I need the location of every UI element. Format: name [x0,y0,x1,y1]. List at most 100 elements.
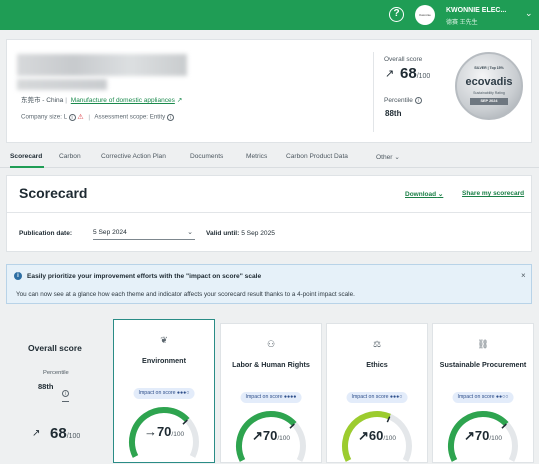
leaf-icon: ❦ [160,335,168,345]
download-label: Download [405,191,437,198]
impact-on-score-badge: Impact on score ●●○○ [452,392,514,403]
chain-icon: ⛓ [477,339,489,349]
impact-dots: ●●●○ [389,394,403,400]
external-link-icon[interactable]: ↗ [177,97,182,104]
company-location: 东莞市 - China [21,97,64,104]
company-summary-card: 东莞市 - China | Manufacture of domestic app… [6,39,532,143]
page-title: Scorecard [19,185,88,201]
theme-score: →70/100 [114,424,214,439]
theme-card-sustainable-procurement[interactable]: ⛓ Sustainable Procurement Impact on scor… [432,323,534,463]
theme-card-environment[interactable]: ❦ Environment Impact on score ●●●○ →70/1… [113,319,215,463]
theme-score-max: /100 [489,435,503,442]
medal-level: SILVER | Top 15% [474,66,504,70]
divider [7,212,531,213]
info-icon[interactable]: i [68,113,76,121]
percentile-value: 88th [38,382,54,391]
theme-score-max: /100 [171,431,185,438]
divider [373,52,374,132]
theme-score: ↗60/100 [327,428,427,444]
overall-score-max: /100 [416,73,431,80]
tab-scorecard[interactable]: Scorecard [10,153,42,160]
people-icon: ⚇ [266,339,276,349]
divider [62,401,69,402]
impact-on-score-badge: Impact on score ●●●○ [346,392,408,403]
redacted-company-name [17,54,187,76]
info-icon: i [14,272,22,280]
impact-info-banner: i Easily prioritize your improvement eff… [6,264,532,304]
chevron-down-icon: ⌄ [437,191,444,198]
scorecard-header-card: Scorecard Download ⌄ Share my scorecard … [6,175,532,252]
tab-bar: Scorecard Carbon Corrective Action Plan … [0,148,539,168]
trend-arrow-icon: ↗ [251,428,263,443]
medal-brand: ecovadis [465,76,513,88]
theme-score-number: 70 [262,428,278,443]
tab-carbon[interactable]: Carbon [59,153,81,160]
overall-score-title: Overall score [28,343,82,353]
company-location-row: 东莞市 - China | Manufacture of domestic app… [21,97,183,104]
impact-on-score-badge: Impact on score ●●●● [240,392,302,403]
impact-dots: ●●●● [283,394,297,400]
impact-dots: ●●●○ [176,390,190,396]
overall-score-value: 68/100 [400,65,430,82]
impact-label: Impact on score [351,394,389,400]
theme-card-labor-human-rights[interactable]: ⚇ Labor & Human Rights Impact on score ●… [220,323,322,463]
assessment-scope: Assessment scope: Entity [94,113,166,121]
theme-name: Environment [142,356,186,365]
trend-arrow-icon: ↗ [385,68,395,80]
trend-arrow-icon: ↗ [357,428,369,443]
publication-date-select[interactable]: 5 Sep 2024 ⌄ [93,226,195,240]
chevron-down-icon: ⌄ [394,154,400,161]
redacted-company-detail [17,79,107,90]
overall-score-panel: Overall score Percentile 88th i ↗ 68/100 [6,323,110,455]
top-bar: ? Kwonnie KWONNIE ELEC... 德赛 王先生 ⌄ [0,0,539,30]
warning-icon[interactable]: ⚠ [77,114,83,121]
help-icon[interactable]: ? [389,7,404,22]
company-logo[interactable]: Kwonnie [415,5,435,25]
banner-title: Easily prioritize your improvement effor… [27,273,262,280]
valid-until-value: 5 Sep 2025 [241,230,275,237]
percentile-label: Percentile i [384,97,422,104]
close-icon[interactable]: × [521,271,526,280]
theme-score-max: /100 [277,435,291,442]
company-size: Company size: L [21,113,67,121]
overall-score-max: /100 [66,433,81,440]
company-user: 德赛 王先生 [446,20,478,26]
trend-arrow-icon: ↗ [463,428,475,443]
theme-card-ethics[interactable]: ⚖ Ethics Impact on score ●●●○ ↗60/100 [326,323,428,463]
impact-label: Impact on score [138,390,176,396]
share-scorecard-link[interactable]: Share my scorecard [462,190,524,197]
tab-metrics[interactable]: Metrics [246,153,267,160]
theme-score-number: 70 [474,428,490,443]
info-icon[interactable]: i [166,113,174,121]
ecovadis-medal: SILVER | Top 15% ecovadis Sustainability… [455,52,523,120]
impact-label: Impact on score [457,394,495,400]
theme-score-max: /100 [383,435,397,442]
chevron-down-icon[interactable]: ⌄ [525,8,533,19]
overall-score-value: 68/100 [50,425,80,442]
theme-name: Sustainable Procurement [439,360,527,369]
theme-name: Ethics [366,360,388,369]
chevron-down-icon: ⌄ [187,229,193,236]
percentile-label-text: Percentile [384,97,413,105]
medal-date: SEP 2024 [470,98,508,105]
overall-score-label: Overall score [384,56,423,63]
banner-text: You can now see at a glance how each the… [16,291,355,298]
info-icon[interactable]: i [414,97,422,104]
tab-corrective-action-plan[interactable]: Corrective Action Plan [101,153,166,160]
download-button[interactable]: Download ⌄ [405,190,443,198]
tab-carbon-product-data[interactable]: Carbon Product Data [286,153,348,160]
overall-score-number: 68 [400,65,417,82]
impact-dots: ●●○○ [495,394,509,400]
scales-icon: ⚖ [372,339,382,349]
company-meta-row: Company size: L i ⚠ | Assessment scope: … [21,113,174,121]
company-name[interactable]: KWONNIE ELEC... [446,7,520,14]
tab-other[interactable]: Other ⌄ [376,153,400,161]
trend-arrow-icon: → [143,424,157,439]
impact-label: Impact on score [245,394,283,400]
theme-score-number: 70 [156,424,172,439]
valid-until-label: Valid until: [206,230,240,237]
tab-other-label: Other [376,154,393,161]
info-icon[interactable]: i [62,390,69,397]
tab-documents[interactable]: Documents [190,153,223,160]
industry-link[interactable]: Manufacture of domestic appliances [71,97,175,104]
